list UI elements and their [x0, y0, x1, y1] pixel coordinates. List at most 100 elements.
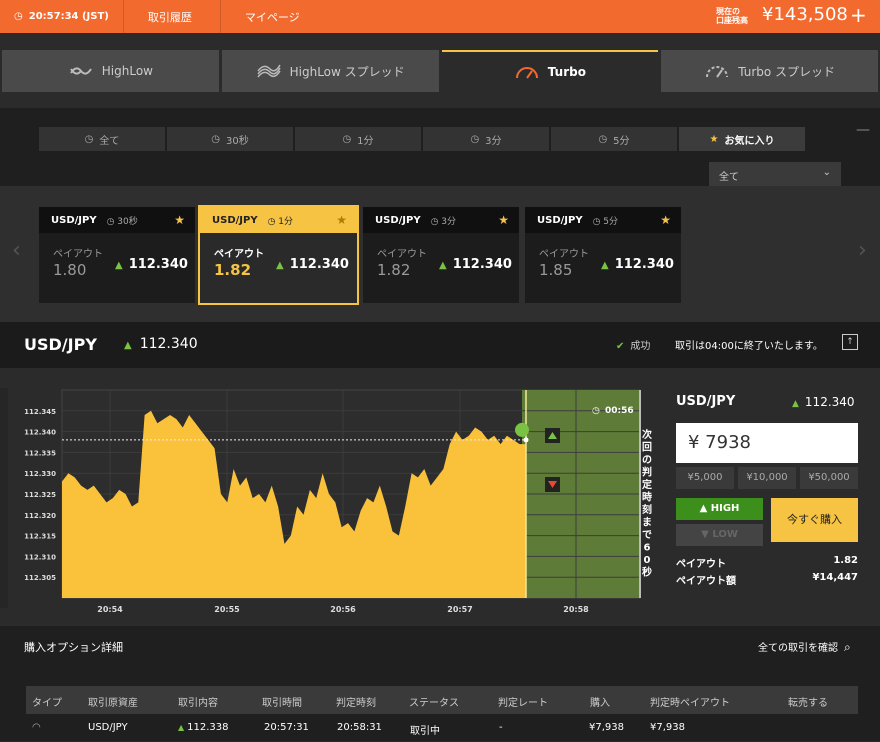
- clock-icon: ◷: [430, 216, 442, 227]
- y-tick-label: 112.345: [24, 408, 56, 416]
- tab-turbo[interactable]: Turbo: [441, 50, 659, 92]
- quick-amount-50000[interactable]: ¥50,000: [800, 467, 858, 489]
- table-row[interactable]: ◠ USD/JPY ▲ 112.338 20:57:31 20:58:31 取引中…: [26, 714, 858, 742]
- star-icon[interactable]: ★: [336, 213, 347, 227]
- up-arrow-icon: ▲: [124, 340, 132, 351]
- x-tick-label: 20:55: [214, 605, 240, 614]
- filter-1m[interactable]: ◷ 1分: [295, 127, 421, 151]
- pair-title: USD/JPY: [24, 335, 97, 354]
- mypage-link[interactable]: マイページ: [221, 0, 324, 33]
- filter-30s[interactable]: ◷ 30秒: [167, 127, 293, 151]
- payout-row: ペイアウト 1.82: [676, 555, 858, 570]
- option-card-30s[interactable]: USD/JPY ◷ 30秒 ★ ペイアウト 1.80 ▲ 112.340: [39, 207, 195, 303]
- trade-panel: USD/JPY ▲ 112.340 ¥ 7938 ¥5,000 ¥10,000 ¥…: [668, 368, 880, 626]
- clock-icon: ◷: [84, 133, 94, 145]
- status-badge: ✔ 成功: [616, 341, 651, 352]
- y-tick-label: 112.310: [24, 553, 56, 561]
- vertical-text-char: 6: [644, 543, 651, 554]
- up-arrow-icon: ▲: [276, 260, 284, 271]
- high-button[interactable]: ▲ HIGH: [676, 498, 763, 520]
- trade-end-message: 取引は04:00に終了いたします。: [675, 341, 823, 352]
- clock-icon: ◷: [592, 216, 604, 227]
- option-card-1m[interactable]: USD/JPY ◷ 1分 ★ ペイアウト 1.82 ▲ 112.340: [198, 205, 359, 305]
- clock-icon: ◷: [592, 406, 600, 416]
- chevron-left-icon[interactable]: ‹: [12, 238, 21, 263]
- chevron-right-icon[interactable]: ›: [858, 238, 867, 263]
- payout-value: 1.85: [539, 261, 573, 279]
- payout-value: 1.80: [53, 261, 87, 279]
- vertical-text-char: 時: [642, 491, 652, 504]
- pair-bar: USD/JPY ▲ 112.340 ✔ 成功 取引は04:00に終了いたします。 ↑: [0, 322, 880, 368]
- option-cards: ‹ › USD/JPY ◷ 30秒 ★ ペイアウト 1.80 ▲ 112.340 US…: [0, 186, 880, 322]
- collapse-icon[interactable]: —: [856, 122, 870, 138]
- up-arrow-icon: ▲: [601, 260, 609, 271]
- payout-amount-row: ペイアウト額 ¥14,447: [676, 572, 858, 587]
- filter-5m[interactable]: ◷ 5分: [551, 127, 677, 151]
- payout-value: 1.82: [377, 261, 411, 279]
- filter-3m[interactable]: ◷ 3分: [423, 127, 549, 151]
- star-icon[interactable]: ★: [174, 213, 185, 227]
- payout-value: 1.82: [214, 261, 252, 279]
- y-tick-label: 112.320: [24, 512, 56, 520]
- table-header: タイプ 取引原資産 取引内容 取引時間 判定時刻 ステータス 判定レート 購入 …: [26, 686, 858, 714]
- tab-highlow[interactable]: HighLow: [2, 50, 219, 92]
- up-arrow-icon: ▲: [178, 723, 185, 732]
- filter-bar: ◷ 全て ◷ 30秒 ◷ 1分 ◷ 3分 ◷ 5分 ★ お気に入り — 全て ⌄: [0, 108, 880, 186]
- y-tick-label: 112.305: [24, 574, 56, 582]
- entry-marker: [515, 422, 529, 437]
- option-card-5m[interactable]: USD/JPY ◷ 5分 ★ ペイアウト 1.85 ▲ 112.340: [525, 207, 681, 303]
- expand-icon[interactable]: ↑: [842, 334, 858, 350]
- filter-favorites[interactable]: ★ お気に入り: [679, 127, 805, 151]
- side-handle: [0, 388, 8, 608]
- clock-icon: ◷: [267, 216, 279, 227]
- x-tick-label: 20:57: [447, 605, 472, 614]
- option-card-3m[interactable]: USD/JPY ◷ 3分 ★ ペイアウト 1.82 ▲ 112.340: [363, 207, 519, 303]
- clock-icon: ◷: [470, 133, 480, 145]
- turbo-gauge-icon: ◠: [32, 722, 41, 733]
- purchase-details: 購入オプション詳細 全ての取引を確認 ⌕ タイプ 取引原資産 取引内容 取引時間 …: [0, 626, 880, 741]
- view-all-trades-link[interactable]: 全ての取引を確認 ⌕: [758, 639, 851, 655]
- y-tick-label: 112.340: [24, 429, 56, 437]
- clock-icon: ◷: [342, 133, 352, 145]
- star-icon[interactable]: ★: [498, 213, 509, 227]
- low-button[interactable]: ▼ LOW: [676, 524, 763, 546]
- up-arrow-icon: ▲: [699, 503, 711, 514]
- up-arrow-icon: ▲: [792, 399, 799, 409]
- panel-rate: ▲ 112.340: [792, 395, 855, 409]
- x-tick-label: 20:58: [563, 605, 589, 614]
- search-icon: ⌕: [844, 640, 851, 654]
- x-tick-label: 20:54: [97, 605, 123, 614]
- vertical-text-char: ま: [642, 517, 652, 529]
- buy-now-button[interactable]: 今すぐ購入: [771, 498, 858, 542]
- vertical-text-char: で: [642, 529, 652, 541]
- vertical-text-char: 定: [642, 478, 652, 491]
- amount-input[interactable]: ¥ 7938: [676, 423, 858, 463]
- asset-dropdown[interactable]: 全て ⌄: [709, 162, 841, 186]
- spread-icon: [257, 64, 281, 78]
- current-point: [523, 437, 529, 443]
- product-tabs: HighLow HighLow スプレッド Turbo Turbo スプレッド: [0, 50, 880, 92]
- filter-all[interactable]: ◷ 全て: [39, 127, 165, 151]
- vertical-text-char: 判: [642, 466, 652, 479]
- turbo-gauge-icon: [515, 67, 538, 79]
- tab-highlow-spread[interactable]: HighLow スプレッド: [221, 50, 439, 92]
- vertical-text-char: 刻: [642, 503, 652, 516]
- chevron-down-icon: ⌄: [822, 167, 831, 178]
- star-icon[interactable]: ★: [660, 213, 671, 227]
- quick-amount-5000[interactable]: ¥5,000: [676, 467, 734, 489]
- y-tick-label: 112.330: [24, 470, 56, 478]
- star-icon: ★: [709, 133, 719, 145]
- history-link[interactable]: 取引履歴: [124, 0, 221, 33]
- clock: ◷ 20:57:34 (JST): [0, 0, 124, 33]
- panel-pair: USD/JPY: [676, 394, 736, 409]
- deposit-plus-icon[interactable]: +: [850, 3, 867, 27]
- check-icon: ✔: [616, 341, 625, 352]
- clock-icon: ◷: [211, 133, 220, 145]
- vertical-text-char: の: [642, 455, 652, 466]
- y-tick-label: 112.325: [24, 491, 56, 499]
- vertical-text-char: 回: [642, 442, 652, 454]
- turbo-spread-icon: [706, 66, 729, 78]
- trades-table: タイプ 取引原資産 取引内容 取引時間 判定時刻 ステータス 判定レート 購入 …: [26, 686, 858, 742]
- quick-amount-10000[interactable]: ¥10,000: [738, 467, 796, 489]
- tab-turbo-spread[interactable]: Turbo スプレッド: [661, 50, 878, 92]
